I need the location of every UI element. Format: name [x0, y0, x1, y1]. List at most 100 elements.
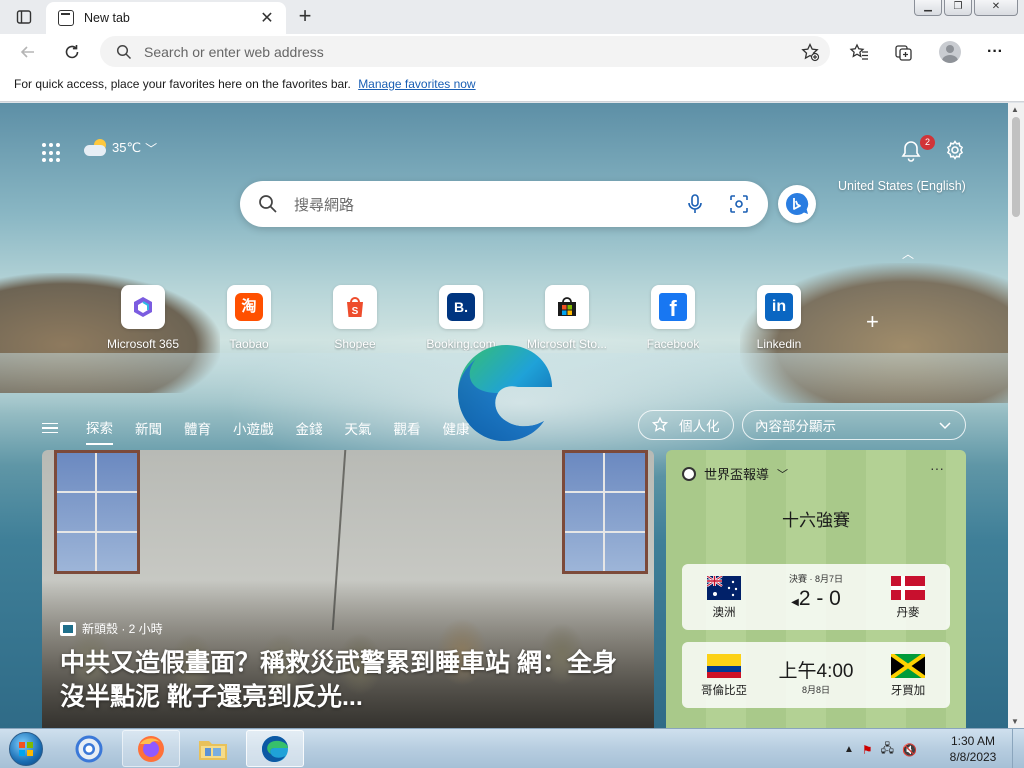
chevron-down-icon: ﹀	[145, 141, 158, 156]
browser-tab[interactable]: New tab ✕	[46, 2, 286, 34]
back-button[interactable]	[14, 38, 42, 66]
volume-muted-icon[interactable]: 🔇	[902, 743, 917, 757]
match-result: ◀2 - 0	[756, 587, 876, 611]
feed-tab-watch[interactable]: 觀看	[394, 412, 421, 444]
match-row[interactable]: 哥倫比亞 上午4:00 8月8日 牙買加	[682, 642, 950, 708]
page-settings-button[interactable]	[944, 139, 966, 161]
restore-button[interactable]: ❐	[944, 0, 972, 16]
australia-flag-icon	[706, 574, 741, 600]
bing-icon	[786, 192, 809, 215]
taskbar-clock[interactable]: 1:30 AM 8/8/2023	[938, 733, 1008, 765]
scrollbar-thumb[interactable]	[1012, 117, 1020, 217]
profile-button[interactable]	[937, 39, 963, 65]
feed-tab-news[interactable]: 新聞	[135, 412, 162, 444]
add-favorite-icon[interactable]	[800, 42, 820, 65]
match-center: 決賽 · 8月7日 ◀2 - 0	[756, 572, 876, 611]
taskbar-file-explorer[interactable]	[184, 730, 242, 767]
show-desktop-button[interactable]	[1012, 729, 1024, 768]
start-button[interactable]	[6, 731, 46, 767]
window-close-button[interactable]: ✕	[974, 0, 1018, 16]
sports-card-header[interactable]: 世界盃報導 ﹀	[682, 464, 788, 483]
new-tab-page-icon	[58, 10, 74, 26]
address-bar[interactable]: Search or enter web address	[100, 36, 830, 67]
clock-date: 8/8/2023	[949, 750, 997, 764]
search-icon	[259, 195, 277, 213]
feed-tab-health[interactable]: 健康	[443, 412, 470, 444]
bell-icon	[901, 141, 921, 162]
favorites-bar: For quick access, place your favorites h…	[0, 70, 1024, 102]
settings-and-more-button[interactable]: ···	[982, 39, 1008, 65]
collapse-chevron-icon[interactable]: ︿	[902, 245, 914, 262]
language-region[interactable]: United States (English)	[838, 179, 966, 193]
manage-favorites-link[interactable]: Manage favorites now	[358, 77, 475, 91]
sports-card[interactable]: 世界盃報導 ﹀ ··· 十六強賽 澳洲 決賽 · 8月7日 ◀2 - 0 丹麥	[666, 450, 966, 728]
feed-tab-weather[interactable]: 天氣	[345, 412, 372, 444]
web-search-box[interactable]: 搜尋網路	[240, 181, 768, 227]
news-card[interactable]: 新頭殼 · 2 小時 中共又造假畫面？稱救災武警累到睡車站 網：全身沒半點泥 靴…	[42, 450, 654, 728]
network-icon[interactable]: 🖧	[881, 739, 894, 760]
visual-search-icon[interactable]	[728, 193, 750, 218]
action-center-flag-icon[interactable]: ⚑	[862, 743, 873, 757]
taskbar-chrome[interactable]	[60, 730, 118, 767]
sparkle-star-icon	[651, 416, 669, 432]
microsoft-store-icon	[545, 285, 589, 329]
sports-card-title: 世界盃報導	[704, 467, 770, 482]
scroll-up-arrow-icon[interactable]: ▲	[1011, 105, 1019, 114]
tab-actions-button[interactable]	[8, 5, 40, 29]
quick-link-label: Linkedin	[756, 337, 802, 351]
refresh-button[interactable]	[58, 38, 86, 66]
system-tray: ▲ ⚑ 🖧 🔇	[844, 739, 917, 760]
team1-name: 哥倫比亞	[701, 685, 747, 697]
news-source-label: 新頭殼 · 2 小時	[82, 622, 163, 636]
taskbar-firefox[interactable]	[122, 730, 180, 767]
quick-link-microsoft-365[interactable]: Microsoft 365	[90, 285, 196, 351]
colombia-flag-icon	[707, 654, 741, 678]
feed-menu-icon[interactable]	[42, 420, 58, 437]
tab-actions-icon	[16, 10, 32, 24]
news-photo-window-right	[562, 450, 648, 574]
match-team2: 丹麥	[888, 576, 928, 620]
feed-tab-sports[interactable]: 體育	[184, 412, 211, 444]
refresh-icon	[65, 45, 79, 59]
news-headline[interactable]: 中共又造假畫面？稱救災武警累到睡車站 網：全身沒半點泥 靴子還亮到反光...	[60, 646, 640, 714]
show-hidden-icons-icon[interactable]: ▲	[844, 744, 854, 755]
feed-tab-money[interactable]: 金錢	[296, 412, 323, 444]
taskbar-edge[interactable]	[246, 730, 304, 767]
back-arrow-icon	[20, 46, 34, 58]
feed-tab-games[interactable]: 小遊戲	[233, 412, 274, 444]
collections-button[interactable]	[891, 39, 917, 65]
match-time: 上午4:00	[778, 661, 854, 682]
sports-round-title: 十六強賽	[782, 511, 850, 530]
quick-link-linkedin[interactable]: in Linkedin	[726, 285, 832, 351]
weather-widget[interactable]: 35℃ ﹀	[84, 139, 157, 157]
address-placeholder: Search or enter web address	[144, 43, 324, 60]
team1-name: 澳洲	[712, 607, 736, 619]
linkedin-icon: in	[757, 285, 801, 329]
sports-more-options-icon[interactable]: ···	[930, 460, 944, 476]
new-tab-button[interactable]: +	[292, 4, 318, 30]
notifications-button[interactable]	[900, 139, 922, 163]
feed-tab-explore[interactable]: 探索	[86, 411, 113, 445]
page-scrollbar[interactable]: ▲ ▼	[1008, 103, 1024, 728]
scroll-down-arrow-icon[interactable]: ▼	[1011, 717, 1019, 726]
apps-launcher-icon[interactable]	[42, 143, 62, 163]
partly-cloudy-icon	[84, 139, 110, 157]
microphone-icon[interactable]	[684, 193, 706, 218]
folder-icon	[199, 740, 227, 760]
add-quick-link-icon[interactable]: +	[866, 309, 879, 335]
content-view-select[interactable]: 內容部分顯示	[742, 410, 966, 440]
collections-icon	[895, 45, 912, 61]
personalize-button[interactable]: 個人化	[638, 410, 734, 440]
tab-close-icon[interactable]: ✕	[258, 8, 276, 28]
bing-chat-button[interactable]	[778, 185, 816, 223]
match-score: 2 - 0	[798, 587, 841, 610]
quick-link-facebook[interactable]: f Facebook	[620, 285, 726, 351]
minimize-button[interactable]: ▁	[914, 0, 942, 16]
chrome-icon	[75, 735, 103, 762]
shopee-icon: S	[333, 285, 377, 329]
match-row[interactable]: 澳洲 決賽 · 8月7日 ◀2 - 0 丹麥	[682, 564, 950, 630]
notification-badge: 2	[920, 135, 935, 150]
quick-link-taobao[interactable]: 淘 Taobao	[196, 285, 302, 351]
quick-link-shopee[interactable]: S Shopee	[302, 285, 408, 351]
favorites-button[interactable]	[846, 39, 872, 65]
